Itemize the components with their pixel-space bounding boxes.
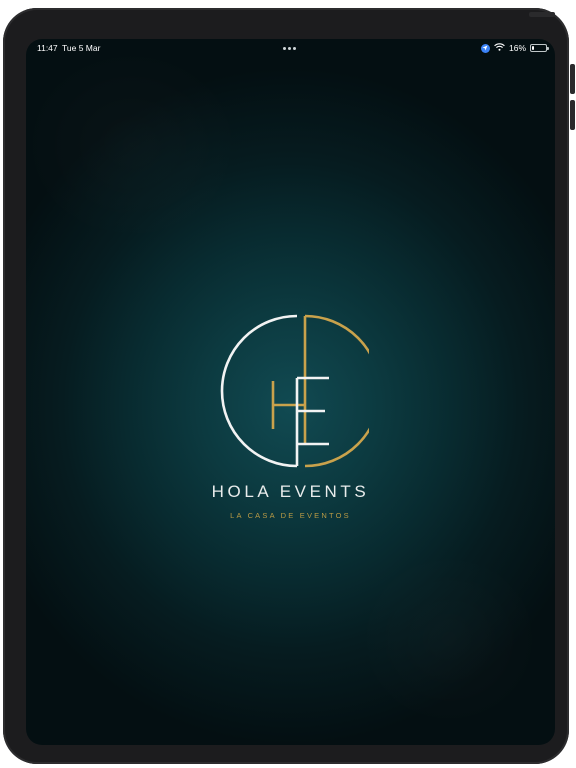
battery-level xyxy=(532,46,534,50)
brand-tagline: LA CASA DE EVENTOS xyxy=(230,511,351,520)
wifi-icon xyxy=(494,43,505,53)
status-indicators: 16% xyxy=(480,42,549,54)
brand-title: HOLA EVENTS xyxy=(211,482,370,501)
status-time: 11:47 xyxy=(37,43,58,53)
status-date: Tue 5 Mar xyxy=(62,43,101,53)
volume-down-button xyxy=(570,100,575,130)
splash-screen: 11:47 Tue 5 Mar 16% HOLA EVENTS LA CASA … xyxy=(26,39,555,745)
top-button xyxy=(529,12,555,17)
location-icon xyxy=(480,43,490,53)
multitasking-menu-icon[interactable] xyxy=(283,47,296,50)
battery-percent: 16% xyxy=(508,43,526,53)
volume-up-button xyxy=(570,64,575,94)
ipad-frame: 11:47 Tue 5 Mar 16% HOLA EVENTS LA CASA … xyxy=(3,8,575,764)
status-bar: 11:47 Tue 5 Mar 16% xyxy=(26,39,555,57)
hola-events-logo xyxy=(213,313,382,469)
logo-white-arc xyxy=(220,314,298,468)
battery-icon xyxy=(530,44,549,52)
